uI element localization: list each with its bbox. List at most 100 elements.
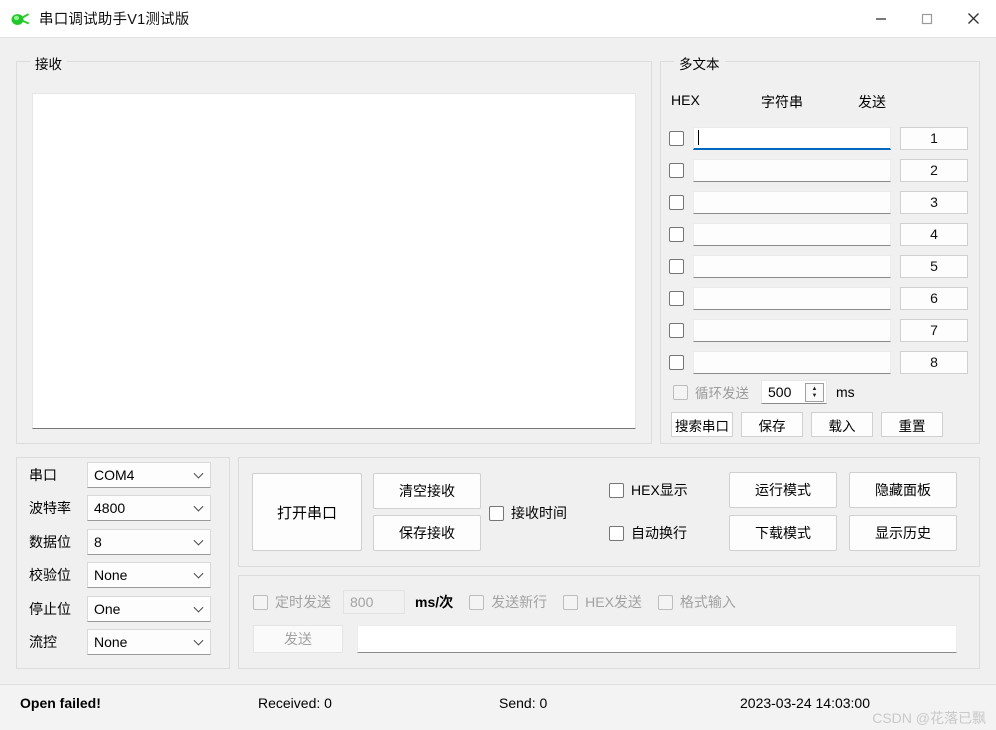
- multitext-input-2[interactable]: [693, 159, 891, 182]
- receive-time-checkbox[interactable]: [489, 506, 504, 521]
- multitext-input-1[interactable]: [693, 127, 891, 150]
- port-select[interactable]: COM4: [87, 462, 211, 488]
- stepper-arrows[interactable]: ▲ ▼: [805, 383, 824, 402]
- multitext-input-5[interactable]: [693, 255, 891, 278]
- setting-row-stopbits: 停止位 One: [17, 592, 229, 626]
- hex-checkbox-4[interactable]: [669, 227, 684, 242]
- open-port-button[interactable]: 打开串口: [252, 473, 362, 551]
- label-flowcontrol: 流控: [29, 632, 87, 652]
- multitext-send-button-7[interactable]: 7: [900, 319, 968, 342]
- multitext-row: 7: [661, 314, 979, 346]
- download-mode-button[interactable]: 下载模式: [729, 515, 837, 551]
- run-mode-button[interactable]: 运行模式: [729, 472, 837, 508]
- receive-time-checkbox-row[interactable]: 接收时间: [489, 503, 567, 523]
- send-button[interactable]: 发送: [253, 625, 343, 653]
- setting-row-databits: 数据位 8: [17, 525, 229, 559]
- stopbits-value: One: [94, 601, 120, 617]
- clear-receive-button[interactable]: 清空接收: [373, 473, 481, 509]
- send-input[interactable]: [357, 625, 957, 653]
- multitext-input-6[interactable]: [693, 287, 891, 310]
- auto-wrap-checkbox-row[interactable]: 自动换行: [609, 523, 687, 543]
- multitext-row: 1: [661, 122, 979, 154]
- send-input-row: 发送: [253, 625, 957, 653]
- stepper-down-icon[interactable]: ▼: [812, 393, 818, 400]
- stepper-up-icon[interactable]: ▲: [812, 386, 818, 393]
- receive-textarea[interactable]: [32, 93, 636, 429]
- baudrate-select[interactable]: 4800: [87, 495, 211, 521]
- multitext-send-button-3[interactable]: 3: [900, 191, 968, 214]
- close-button[interactable]: [950, 0, 996, 38]
- multitext-send-button-8[interactable]: 8: [900, 351, 968, 374]
- chevron-down-icon: [194, 535, 204, 545]
- search-port-button[interactable]: 搜索串口: [671, 412, 733, 437]
- save-button[interactable]: 保存: [741, 412, 803, 437]
- format-input-checkbox[interactable]: [658, 595, 673, 610]
- hex-checkbox-2[interactable]: [669, 163, 684, 178]
- databits-select[interactable]: 8: [87, 529, 211, 555]
- multitext-send-button-5[interactable]: 5: [900, 255, 968, 278]
- minimize-button[interactable]: [858, 0, 904, 38]
- hex-checkbox-6[interactable]: [669, 291, 684, 306]
- hex-checkbox-8[interactable]: [669, 355, 684, 370]
- stopbits-select[interactable]: One: [87, 596, 211, 622]
- flowcontrol-value: None: [94, 634, 127, 650]
- label-stopbits: 停止位: [29, 599, 87, 619]
- title-bar: 串口调试助手V1测试版: [0, 0, 996, 38]
- multitext-input-8[interactable]: [693, 351, 891, 374]
- load-button[interactable]: 载入: [811, 412, 873, 437]
- save-receive-button[interactable]: 保存接收: [373, 515, 481, 551]
- reset-button[interactable]: 重置: [881, 412, 943, 437]
- parity-value: None: [94, 567, 127, 583]
- hex-display-checkbox-row[interactable]: HEX显示: [609, 480, 688, 500]
- multitext-input-7[interactable]: [693, 319, 891, 342]
- format-input-label: 格式输入: [680, 592, 736, 612]
- multitext-header-row: HEX 字符串 发送: [661, 92, 979, 114]
- label-databits: 数据位: [29, 532, 87, 552]
- hex-send-checkbox[interactable]: [563, 595, 578, 610]
- loop-send-label: 循环发送: [695, 382, 749, 402]
- show-history-button[interactable]: 显示历史: [849, 515, 957, 551]
- hex-checkbox-1[interactable]: [669, 131, 684, 146]
- multitext-send-button-4[interactable]: 4: [900, 223, 968, 246]
- multitext-send-button-6[interactable]: 6: [900, 287, 968, 310]
- auto-wrap-label: 自动换行: [631, 523, 687, 543]
- loop-interval-stepper[interactable]: 500 ▲ ▼: [761, 380, 827, 404]
- chevron-down-icon: [194, 602, 204, 612]
- multitext-send-button-2[interactable]: 2: [900, 159, 968, 182]
- column-header-string: 字符串: [761, 92, 803, 112]
- format-input-checkbox-row[interactable]: 格式输入: [658, 592, 736, 612]
- multitext-rows: 1 2 3 4 5 6 7: [661, 122, 979, 378]
- serial-settings-panel: 串口 COM4 波特率 4800 数据位 8 校验位 None 停止位 One: [16, 457, 230, 669]
- column-header-send: 发送: [858, 92, 886, 112]
- send-newline-checkbox[interactable]: [469, 595, 484, 610]
- hex-checkbox-3[interactable]: [669, 195, 684, 210]
- hex-display-label: HEX显示: [631, 480, 688, 500]
- auto-wrap-checkbox[interactable]: [609, 526, 624, 541]
- setting-row-baudrate: 波特率 4800: [17, 492, 229, 526]
- setting-row-port: 串口 COM4: [17, 458, 229, 492]
- window-controls: [858, 0, 996, 38]
- hex-send-checkbox-row[interactable]: HEX发送: [563, 592, 642, 612]
- multitext-row: 8: [661, 346, 979, 378]
- setting-row-flowcontrol: 流控 None: [17, 626, 229, 660]
- hex-display-checkbox[interactable]: [609, 483, 624, 498]
- hex-checkbox-5[interactable]: [669, 259, 684, 274]
- label-baudrate: 波特率: [29, 498, 87, 518]
- multitext-send-button-1[interactable]: 1: [900, 127, 968, 150]
- loop-send-checkbox[interactable]: [673, 385, 688, 400]
- send-newline-checkbox-row[interactable]: 发送新行: [469, 592, 547, 612]
- maximize-button[interactable]: [904, 0, 950, 38]
- status-badge: Open failed!: [20, 695, 101, 711]
- send-interval-input[interactable]: 800: [343, 590, 405, 614]
- multitext-panel-legend: 多文本: [674, 53, 725, 73]
- hex-checkbox-7[interactable]: [669, 323, 684, 338]
- status-bar: Open failed! Received: 0 Send: 0 2023-03…: [0, 684, 996, 730]
- multitext-input-3[interactable]: [693, 191, 891, 214]
- multitext-input-4[interactable]: [693, 223, 891, 246]
- hide-panel-button[interactable]: 隐藏面板: [849, 472, 957, 508]
- timed-send-checkbox[interactable]: [253, 595, 268, 610]
- receive-panel-legend: 接收: [30, 53, 67, 73]
- multitext-row: 6: [661, 282, 979, 314]
- parity-select[interactable]: None: [87, 562, 211, 588]
- flowcontrol-select[interactable]: None: [87, 629, 211, 655]
